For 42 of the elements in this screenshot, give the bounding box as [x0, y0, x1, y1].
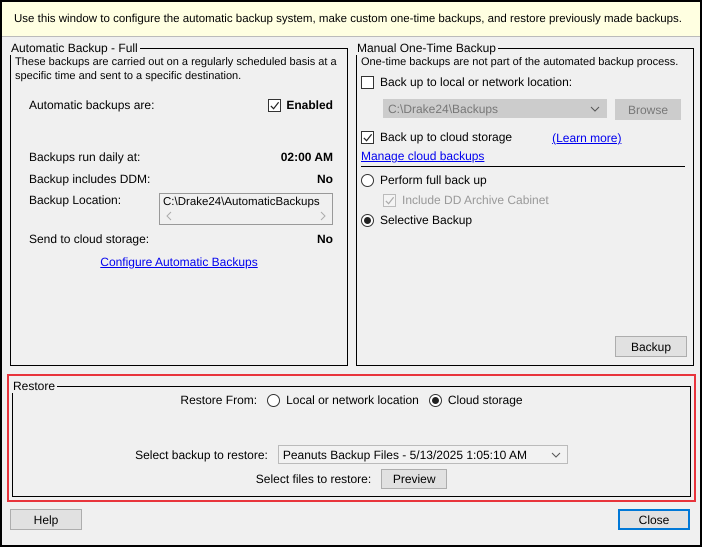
learn-more-link[interactable]: (Learn more): [552, 131, 622, 145]
setting-value: No: [317, 172, 333, 186]
setting-label: Automatic backups are:: [29, 98, 154, 112]
description-text: One-time backups are not part of the automated backup process.: [361, 55, 680, 69]
option-label: Perform full back up: [380, 173, 487, 187]
setting-label: Backup includes DDM:: [29, 172, 150, 186]
radio-button[interactable]: [428, 394, 442, 406]
group-title: Automatic Backup - Full: [10, 41, 139, 55]
backup-dropdown[interactable]: Peanuts Backup Files - 5/13/2025 1:05:10 AM: [278, 445, 568, 464]
setting-value: 02:00 AM: [280, 150, 333, 164]
group-title: Restore: [12, 379, 56, 393]
preview-button[interactable]: Preview: [381, 469, 448, 489]
option-label: Back up to local or network location:: [380, 75, 572, 89]
setting-value: Enabled: [286, 98, 333, 112]
radio-button[interactable]: [361, 174, 374, 186]
option-label: Back up to cloud storage: [380, 130, 512, 144]
radio-button[interactable]: [267, 394, 280, 406]
option-label: Include DD Archive Cabinet: [402, 193, 549, 207]
chevron-icon: [550, 452, 561, 458]
backup-button[interactable]: Backup: [615, 336, 687, 357]
checkbox[interactable]: [361, 130, 374, 144]
manage-cloud-link[interactable]: Manage cloud backups: [361, 149, 484, 163]
option-label: Cloud storage: [448, 393, 523, 407]
setting-label: Send to cloud storage:: [29, 232, 150, 246]
help-button[interactable]: Help: [10, 509, 82, 530]
info-text: Use this window to configure the automatic backup system, make custom one-time backups, and restore previously made backups.: [14, 13, 682, 25]
chevron-icon: [590, 106, 600, 112]
field-label: Select files to restore:: [256, 472, 372, 486]
group-title: Manual One-Time Backup: [356, 41, 497, 55]
field-label: Restore From:: [180, 393, 258, 407]
setting-value: No: [317, 232, 333, 246]
path-text: C:\Drake24\AutomaticBackups: [163, 196, 320, 208]
configure-link[interactable]: Configure Automatic Backups: [100, 255, 258, 269]
setting-label: Backup Location:: [29, 193, 122, 207]
radio-button[interactable]: [361, 214, 374, 226]
setting-label: Backups run daily at:: [29, 150, 140, 164]
checkbox[interactable]: [268, 98, 282, 112]
description-text: These backups are carried out on a regularly scheduled basis at a specific time and sent to a specific destination.: [15, 55, 338, 83]
field-label: Select backup to restore:: [135, 448, 268, 462]
option-label: Local or network location: [286, 393, 419, 407]
option-label: Selective Backup: [380, 213, 472, 227]
close-button[interactable]: Close: [618, 509, 690, 530]
